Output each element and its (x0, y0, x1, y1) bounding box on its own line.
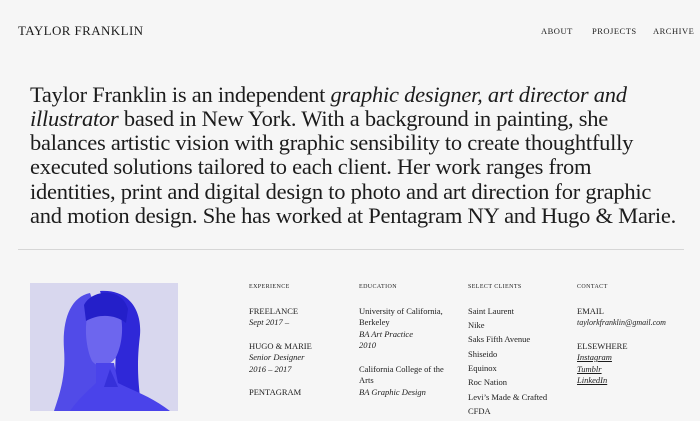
linkedin-link[interactable]: LinkedIn (577, 375, 692, 387)
education-column: EDUCATION University of California, Berk… (359, 282, 459, 410)
portrait-image (30, 283, 178, 411)
intro-paragraph: Taylor Franklin is an independent graphi… (30, 81, 680, 229)
education-year: 2010 (359, 340, 376, 350)
experience-title: FREELANCE (249, 305, 299, 316)
education-degree: BA Art Practice (359, 328, 413, 339)
section-divider (18, 249, 684, 250)
client-item: Shiseido (468, 348, 498, 359)
education-item: California College of the Arts BA Graphi… (359, 364, 459, 399)
client-item: Saks Fifth Avenue (468, 334, 531, 345)
site-header: TAYLOR FRANKLIN ABOUT PROJECTS ARCHIVE (0, 0, 700, 60)
experience-item: PENTAGRAM (249, 387, 349, 399)
nav-projects[interactable]: PROJECTS (592, 26, 637, 36)
client-item: Equinox (468, 363, 497, 374)
experience-dates: Sept 2017 – (249, 317, 290, 327)
tumblr-link[interactable]: Tumblr (577, 364, 692, 376)
experience-column: EXPERIENCE FREELANCE Sept 2017 – HUGO & … (249, 282, 349, 411)
experience-dates: 2016 – 2017 (249, 363, 292, 374)
experience-title: HUGO & MARIE (249, 340, 312, 351)
nav-archive[interactable]: ARCHIVE (653, 26, 694, 36)
education-school: California College of the Arts (359, 363, 444, 386)
experience-item: HUGO & MARIE Senior Designer 2016 – 2017 (249, 341, 349, 376)
education-degree: BA Graphic Design (359, 386, 426, 397)
instagram-link[interactable]: Instagram (577, 352, 692, 364)
email-label: EMAIL (577, 305, 604, 316)
education-school: University of California, Berkeley (359, 305, 443, 328)
contact-elsewhere-block: ELSEWHERE Instagram Tumblr LinkedIn (577, 341, 692, 387)
intro-text-start: Taylor Franklin is an independent (30, 81, 331, 107)
education-item: University of California, Berkeley BA Ar… (359, 306, 459, 352)
client-item: Nike (468, 319, 485, 330)
email-link[interactable]: taylorkfranklin@gmail.com (577, 317, 692, 329)
contact-column: CONTACT EMAIL taylorkfranklin@gmail.com … (577, 282, 692, 399)
experience-item: FREELANCE Sept 2017 – (249, 306, 349, 329)
client-item: Saint Laurent (468, 305, 515, 316)
contact-email-block: EMAIL taylorkfranklin@gmail.com (577, 306, 692, 329)
client-item: Roc Nation (468, 377, 507, 388)
experience-role: Senior Designer (249, 352, 305, 362)
client-item: Levi’s Made & Crafted (468, 391, 548, 402)
client-item: CFDA (468, 406, 491, 417)
experience-title: PENTAGRAM (249, 387, 302, 397)
elsewhere-label: ELSEWHERE (577, 340, 628, 351)
intro-text-end: based in New York. With a background in … (30, 105, 677, 228)
clients-heading: SELECT CLIENTS (468, 284, 522, 290)
site-logo[interactable]: TAYLOR FRANKLIN (18, 23, 143, 39)
education-heading: EDUCATION (359, 284, 397, 290)
clients-column: SELECT CLIENTS Saint Laurent Nike Saks F… (468, 282, 568, 421)
contact-heading: CONTACT (577, 284, 608, 290)
experience-heading: EXPERIENCE (249, 284, 290, 290)
nav-about[interactable]: ABOUT (541, 26, 573, 36)
portrait-illustration (30, 283, 178, 411)
